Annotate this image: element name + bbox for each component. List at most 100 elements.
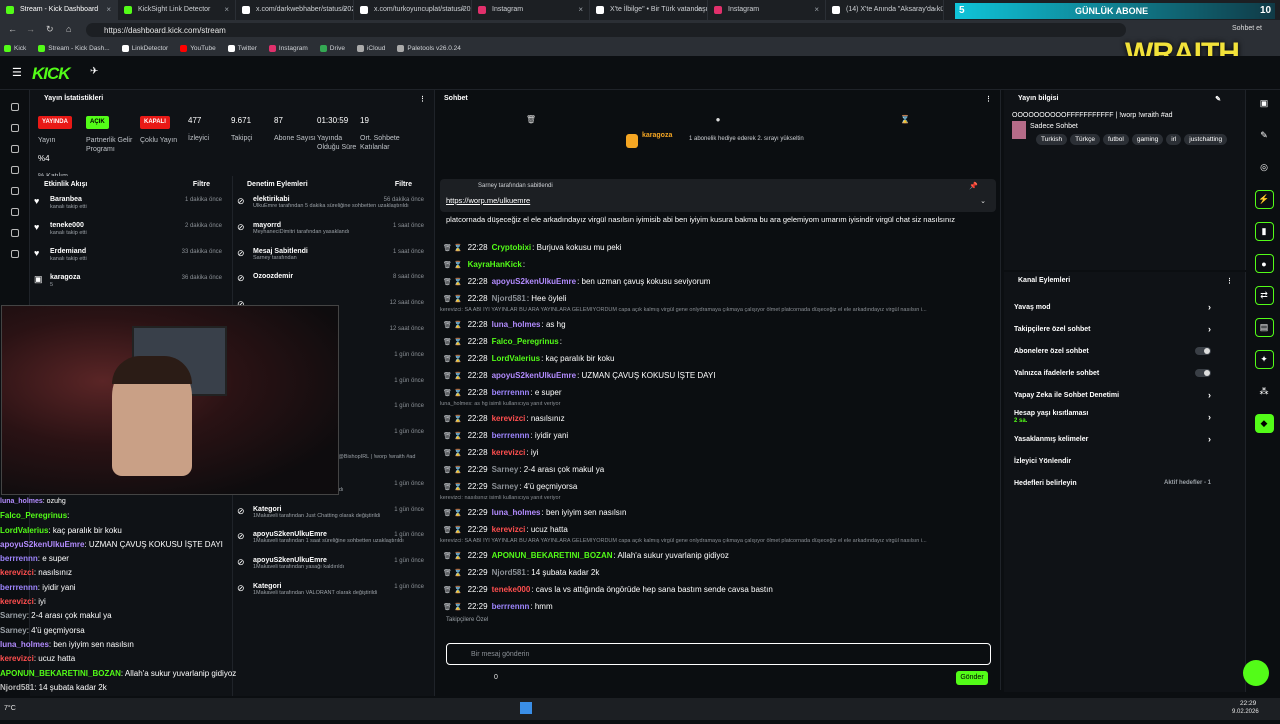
chat-username[interactable]: apoyuS2kenUlkuEmre: [492, 371, 576, 380]
eye-icon[interactable]: ◎: [1255, 158, 1274, 177]
bookmark-item[interactable]: iCloud: [356, 44, 385, 52]
bookmark-item[interactable]: Drive: [319, 44, 345, 52]
mod-actions-icon[interactable]: 🗑 ⌛: [443, 586, 463, 594]
chat-username[interactable]: Falco_Peregrinus: [492, 337, 559, 346]
support-chat-button[interactable]: [1243, 660, 1269, 686]
toggle-switch[interactable]: [1195, 347, 1211, 355]
browser-tab[interactable]: Instagram ×: [708, 0, 826, 20]
send-button[interactable]: Gönder: [956, 671, 988, 685]
mod-actions-icon[interactable]: 🗑 ⌛: [443, 449, 463, 457]
dots-icon[interactable]: ⁂: [1255, 382, 1274, 401]
stream-tag[interactable]: Türkçe: [1070, 134, 1100, 145]
chat-username[interactable]: LordValerius: [492, 354, 540, 363]
stream-tag[interactable]: justchatting: [1184, 134, 1228, 145]
mod-actions-icon[interactable]: 🗑 ⌛: [443, 321, 463, 329]
mod-actions-icon[interactable]: 🗑 ⌛: [443, 295, 463, 303]
close-icon[interactable]: ×: [696, 5, 701, 14]
chat-username[interactable]: teneke000: [492, 585, 531, 594]
bookmark-item[interactable]: YouTube: [180, 44, 216, 52]
browser-tab[interactable]: X'te İlbilge" • Bir Türk vatandaşı... ×: [590, 0, 708, 20]
bookmark-item[interactable]: Twitter: [227, 44, 257, 52]
close-icon[interactable]: ×: [224, 5, 229, 14]
menu-icon[interactable]: ☰: [12, 66, 22, 79]
home-icon[interactable]: ⌂: [66, 24, 71, 34]
close-icon[interactable]: ×: [106, 5, 111, 14]
browser-tab[interactable]: Stream - Kick Dashboard ×: [0, 0, 118, 20]
stream-tag[interactable]: irl: [1166, 134, 1182, 145]
badge-icon[interactable]: ◆: [1254, 414, 1274, 433]
wrench-icon[interactable]: ✦: [1254, 350, 1274, 369]
mod-actions-icon[interactable]: 🗑 ⌛: [443, 244, 463, 252]
browser-tab[interactable]: (14) X'te Anında "Aksaray'da küç... ×: [826, 0, 944, 20]
tool-icon[interactable]: ▣: [1255, 94, 1274, 113]
forward-icon[interactable]: →: [26, 24, 35, 34]
chat-username[interactable]: kerevizci: [492, 448, 526, 457]
bookmark-item[interactable]: LinkDetector: [121, 44, 168, 52]
bookmark-item[interactable]: Instagram: [268, 44, 308, 52]
chat-username[interactable]: Cryptobixi: [492, 243, 532, 252]
hourglass-icon[interactable]: ⌛: [900, 115, 910, 124]
more-icon[interactable]: ⋮: [419, 95, 426, 103]
stream-tag[interactable]: futbol: [1102, 134, 1129, 145]
mod-actions-icon[interactable]: 🗑 ⌛: [443, 278, 463, 286]
chat-input[interactable]: Bir mesaj gönderin: [446, 643, 991, 665]
chat-username[interactable]: Njord581: [492, 568, 526, 577]
chat-username[interactable]: kerevizci: [492, 414, 526, 423]
chat-username[interactable]: Sarney: [492, 482, 519, 491]
close-icon[interactable]: ×: [342, 5, 347, 14]
url-field[interactable]: https://dashboard.kick.com/stream: [86, 23, 1126, 37]
close-icon[interactable]: ×: [932, 5, 937, 14]
mod-actions-icon[interactable]: 🗑 ⌛: [443, 372, 463, 380]
close-icon[interactable]: ×: [814, 5, 819, 14]
reload-icon[interactable]: ↻: [46, 24, 54, 35]
phone-icon[interactable]: ▮: [1254, 222, 1274, 241]
stream-icon[interactable]: [10, 103, 19, 111]
more-icon[interactable]: ⋮: [985, 95, 992, 103]
chat-username[interactable]: APONUN_BEKARETINI_BOZAN: [492, 551, 613, 560]
chat-icon[interactable]: ●: [1254, 254, 1274, 273]
channel-action-row[interactable]: Hedefleri belirleyin Aktif hedefler - 1: [1004, 472, 1245, 494]
more-icon[interactable]: ⋮: [1226, 277, 1233, 285]
channel-action-row[interactable]: İzleyici Yönlendir: [1004, 450, 1245, 472]
windows-start-icon[interactable]: [520, 702, 532, 714]
browser-tab[interactable]: KickSight Link Detector ×: [118, 0, 236, 20]
toggle-switch[interactable]: [1195, 369, 1211, 377]
pin-icon[interactable]: ✈: [90, 66, 98, 77]
mod-actions-icon[interactable]: 🗑 ⌛: [443, 389, 463, 397]
chat-username[interactable]: luna_holmes: [492, 320, 541, 329]
stream-tag[interactable]: gaming: [1131, 134, 1164, 145]
browser-tab[interactable]: x.com/darkwebhaber/status/2020...×: [236, 0, 354, 20]
trash-icon[interactable]: 🗑: [526, 115, 536, 124]
chat-username[interactable]: apoyuS2kenUlkuEmre: [492, 277, 576, 286]
bookmark-item[interactable]: Kick: [4, 44, 26, 52]
mod-actions-icon[interactable]: 🗑 ⌛: [443, 526, 463, 534]
mod-actions-icon[interactable]: 🗑 ⌛: [443, 355, 463, 363]
channel-action-row[interactable]: Yalnızca ifadelerle sohbet: [1004, 362, 1245, 384]
pinned-link[interactable]: https://worp.me/ulkuemre: [446, 196, 530, 205]
mod-actions-icon[interactable]: 🗑 ⌛: [443, 552, 463, 560]
mod-actions-icon[interactable]: 🗑 ⌛: [443, 483, 463, 491]
channel-action-row[interactable]: Abonelere özel sohbet: [1004, 340, 1245, 362]
chat-username[interactable]: kerevizci: [492, 525, 526, 534]
chat-username[interactable]: berrrennn: [492, 431, 530, 440]
channel-action-row[interactable]: Yapay Zeka ile Sohbet Denetimi ›: [1004, 384, 1245, 406]
channel-action-row[interactable]: Yasaklanmış kelimeler ›: [1004, 428, 1245, 450]
chat-bubble-icon[interactable]: ●: [716, 115, 721, 124]
chat-username[interactable]: berrrennn: [492, 388, 530, 397]
kick-logo[interactable]: KICK: [32, 64, 71, 84]
browser-tab[interactable]: x.com/turkoyuncuplat/status/202... ×: [354, 0, 472, 20]
chat-button-label[interactable]: Sohbet et: [1232, 25, 1262, 32]
channel-action-row[interactable]: Yavaş mod ›: [1004, 296, 1245, 318]
channel-action-row[interactable]: Takipçilere özel sohbet ›: [1004, 318, 1245, 340]
close-icon[interactable]: ×: [460, 5, 465, 14]
mod-actions-icon[interactable]: 🗑 ⌛: [443, 261, 463, 269]
flash-icon[interactable]: ⚡: [1254, 190, 1274, 209]
layout-icon[interactable]: [10, 187, 19, 195]
activity-filter-button[interactable]: Filtre: [193, 181, 210, 188]
trophy-icon[interactable]: [10, 166, 19, 174]
stream-tag[interactable]: Turkish: [1036, 134, 1068, 145]
bookmark-item[interactable]: Paletools v26.0.24: [397, 44, 461, 52]
users-icon[interactable]: [10, 229, 19, 237]
link-icon[interactable]: [10, 124, 19, 132]
tool-icon[interactable]: [10, 208, 19, 216]
